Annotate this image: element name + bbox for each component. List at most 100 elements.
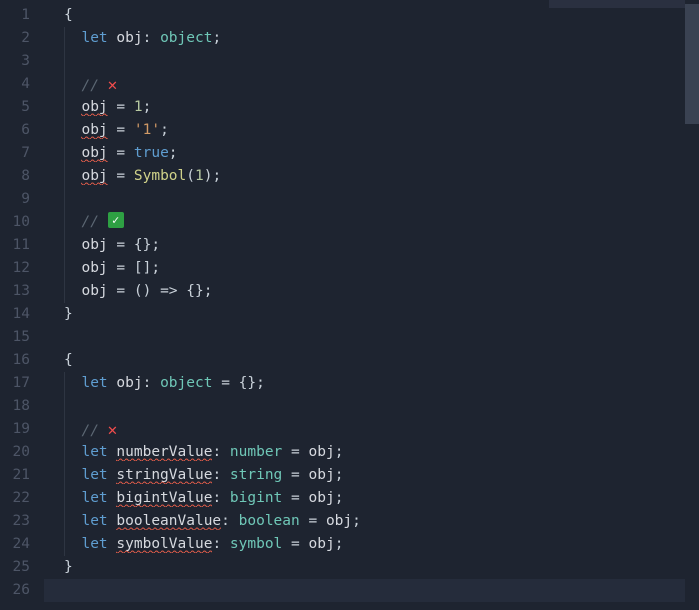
semicolon: ; — [169, 145, 178, 161]
code-line[interactable] — [44, 326, 699, 349]
code-line[interactable]: // ✓ — [44, 211, 699, 234]
semicolon: ; — [212, 168, 221, 184]
code-area[interactable]: { let obj: object; // ✕ obj = 1; obj = '… — [44, 0, 699, 610]
line-number: 2 — [0, 27, 44, 50]
code-line[interactable] — [44, 395, 699, 418]
equals: = — [108, 145, 134, 161]
code-line[interactable]: let stringValue: string = obj; — [44, 464, 699, 487]
identifier-obj-error: obj — [81, 122, 107, 139]
semicolon: ; — [143, 99, 152, 115]
line-number: 8 — [0, 165, 44, 188]
x-icon: ✕ — [108, 73, 118, 96]
code-line[interactable] — [44, 50, 699, 73]
semicolon: ; — [335, 490, 344, 506]
line-number: 24 — [0, 533, 44, 556]
code-line[interactable]: } — [44, 556, 699, 579]
code-line[interactable]: obj = Symbol(1); — [44, 165, 699, 188]
type-number: number — [230, 444, 282, 460]
code-line[interactable]: obj = true; — [44, 142, 699, 165]
brace-close: } — [64, 559, 73, 575]
line-number: 15 — [0, 326, 44, 349]
code-editor[interactable]: 1 2 3 4 5 6 7 8 9 10 11 12 13 14 15 16 1… — [0, 0, 699, 610]
code-line[interactable]: obj = '1'; — [44, 119, 699, 142]
identifier-obj: obj — [309, 490, 335, 506]
type-object: object — [160, 375, 212, 391]
identifier-obj: obj — [116, 375, 142, 391]
code-line[interactable]: } — [44, 303, 699, 326]
brace-open: { — [64, 352, 73, 368]
colon: : — [212, 467, 229, 483]
function-symbol: Symbol — [134, 168, 186, 184]
line-number: 7 — [0, 142, 44, 165]
code-line[interactable]: let obj: object; — [44, 27, 699, 50]
code-line[interactable]: obj = {}; — [44, 234, 699, 257]
scrollbar-thumb[interactable] — [685, 4, 699, 124]
keyword-let: let — [81, 444, 107, 460]
code-line[interactable]: let booleanValue: boolean = obj; — [44, 510, 699, 533]
semicolon: ; — [335, 536, 344, 552]
equals: = — [108, 237, 134, 253]
comment: // — [81, 423, 107, 439]
comment: // — [81, 78, 107, 94]
type-boolean: boolean — [239, 513, 300, 529]
equals: = — [108, 168, 134, 184]
number-literal: 1 — [134, 99, 143, 115]
number-literal: 1 — [195, 168, 204, 184]
line-number: 23 — [0, 510, 44, 533]
code-line[interactable]: // ✕ — [44, 73, 699, 96]
equals: = — [282, 444, 308, 460]
line-number: 20 — [0, 441, 44, 464]
code-line[interactable]: obj = 1; — [44, 96, 699, 119]
code-line-current[interactable] — [44, 579, 699, 602]
code-line[interactable]: let numberValue: number = obj; — [44, 441, 699, 464]
object-literal: {} — [134, 237, 151, 253]
code-line[interactable]: obj = []; — [44, 257, 699, 280]
line-number: 10 — [0, 211, 44, 234]
equals: = — [108, 283, 134, 299]
equals: = — [108, 99, 134, 115]
line-number: 13 — [0, 280, 44, 303]
colon: : — [212, 490, 229, 506]
identifier-obj-error: obj — [81, 99, 107, 116]
line-number: 25 — [0, 556, 44, 579]
keyword-let: let — [81, 375, 107, 391]
arrow-function: () => {} — [134, 283, 204, 299]
semicolon: ; — [160, 122, 169, 138]
identifier-symbolvalue-error: symbolValue — [116, 536, 212, 553]
type-string: string — [230, 467, 282, 483]
x-icon: ✕ — [108, 418, 118, 441]
code-line[interactable]: // ✕ — [44, 418, 699, 441]
code-line[interactable] — [44, 188, 699, 211]
line-number: 22 — [0, 487, 44, 510]
semicolon: ; — [352, 513, 361, 529]
equals: = — [300, 513, 326, 529]
identifier-obj-error: obj — [81, 145, 107, 162]
vertical-scrollbar[interactable] — [685, 0, 699, 610]
comment: // — [81, 214, 107, 230]
semicolon: ; — [151, 237, 160, 253]
colon: : — [143, 30, 160, 46]
type-symbol: symbol — [230, 536, 282, 552]
identifier-booleanvalue-error: booleanValue — [116, 513, 221, 530]
identifier-bigintvalue-error: bigintValue — [116, 490, 212, 507]
equals: = — [282, 490, 308, 506]
equals: = — [282, 536, 308, 552]
line-number: 14 — [0, 303, 44, 326]
brace-open: { — [64, 7, 73, 23]
keyword-let: let — [81, 490, 107, 506]
code-line[interactable]: obj = () => {}; — [44, 280, 699, 303]
identifier-obj: obj — [81, 237, 107, 253]
object-literal: {} — [239, 375, 256, 391]
code-line[interactable]: let obj: object = {}; — [44, 372, 699, 395]
line-number: 4 — [0, 73, 44, 96]
code-line[interactable]: let symbolValue: symbol = obj; — [44, 533, 699, 556]
semicolon: ; — [335, 467, 344, 483]
keyword-let: let — [81, 536, 107, 552]
code-line[interactable]: let bigintValue: bigint = obj; — [44, 487, 699, 510]
colon: : — [143, 375, 160, 391]
code-line[interactable]: { — [44, 349, 699, 372]
identifier-obj: obj — [81, 260, 107, 276]
line-number: 21 — [0, 464, 44, 487]
line-number: 6 — [0, 119, 44, 142]
code-line[interactable]: { — [44, 4, 699, 27]
